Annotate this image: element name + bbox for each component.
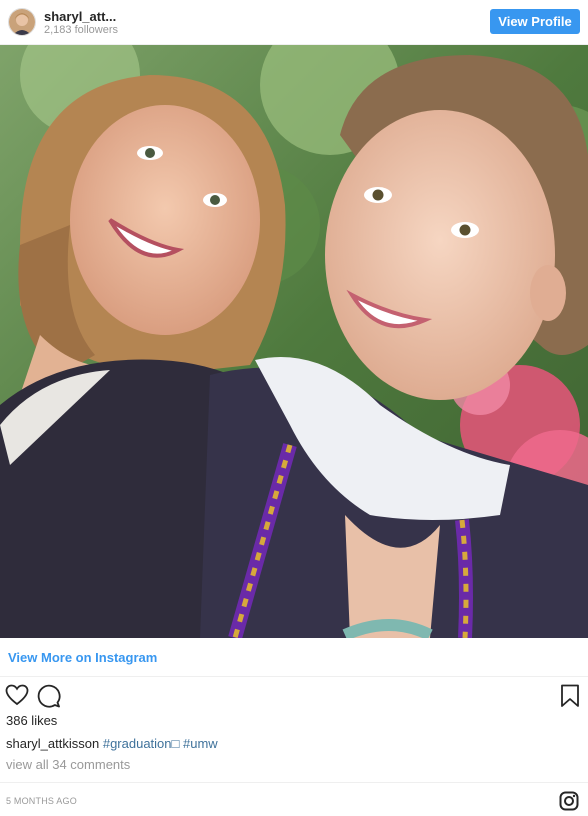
hashtag-graduation[interactable]: #graduation□ (103, 736, 180, 751)
action-bar (0, 682, 588, 710)
post-header: sharyl_att... 2,183 followers View Profi… (0, 0, 588, 44)
avatar[interactable] (8, 8, 36, 36)
post-photo[interactable] (0, 45, 588, 638)
follower-count: 2,183 followers (44, 24, 118, 36)
instagram-icon[interactable] (559, 791, 579, 816)
username[interactable]: sharyl_att... (44, 9, 116, 24)
comment-icon[interactable] (37, 684, 61, 713)
view-more-on-instagram-link[interactable]: View More on Instagram (8, 650, 157, 665)
caption-username[interactable]: sharyl_attkisson (6, 736, 99, 751)
bookmark-icon[interactable] (560, 684, 580, 713)
footer-divider (0, 782, 588, 783)
post-timestamp: 5 MONTHS AGO (6, 796, 77, 806)
view-profile-button[interactable]: View Profile (490, 9, 580, 34)
view-all-comments-link[interactable]: view all 34 comments (6, 757, 130, 772)
hashtag-umw[interactable]: #umw (183, 736, 218, 751)
like-count[interactable]: 386 likes (6, 713, 57, 728)
heart-icon[interactable] (5, 684, 29, 711)
actions-divider (0, 676, 588, 677)
post-caption: sharyl_attkisson #graduation□ #umw (6, 736, 218, 751)
